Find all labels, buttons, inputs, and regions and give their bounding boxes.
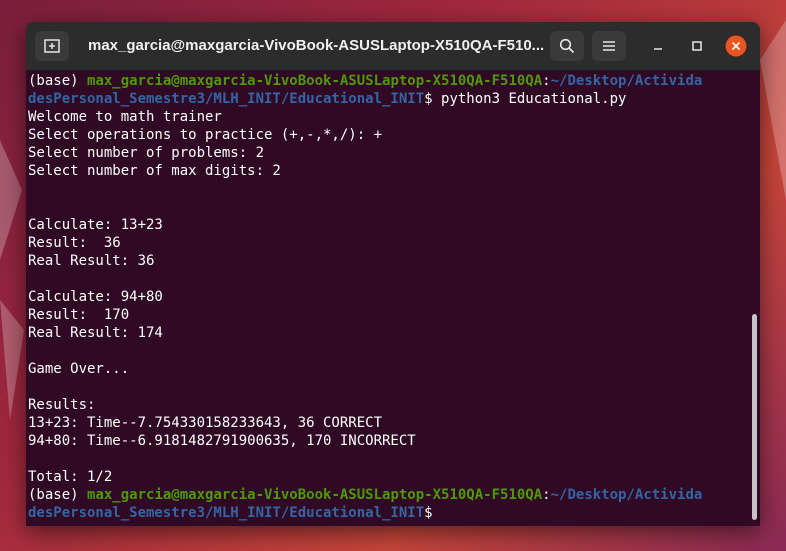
- output-line: Select operations to practice (+,-,*,/):…: [28, 127, 383, 143]
- current-path: ~/Desktop/Activida: [550, 73, 703, 89]
- hamburger-menu-icon: [603, 41, 615, 51]
- output-line: Game Over...: [28, 361, 130, 377]
- output-line: Calculate: 94+80: [28, 289, 163, 305]
- title-bar: max_garcia@maxgarcia-VivoBook-ASUSLaptop…: [26, 22, 760, 71]
- output-line: 13+23: Time--7.754330158233643, 36 CORRE…: [28, 415, 383, 431]
- new-tab-icon: [44, 39, 60, 53]
- terminal-window: max_garcia@maxgarcia-VivoBook-ASUSLaptop…: [26, 22, 760, 526]
- current-path: ~/Desktop/Activida: [550, 487, 703, 503]
- search-button[interactable]: [550, 31, 584, 61]
- scrollbar-thumb[interactable]: [752, 314, 757, 520]
- output-line: Result: 170: [28, 307, 130, 323]
- prompt-line: (base) max_garcia@maxgarcia-VivoBook-ASU…: [28, 72, 748, 90]
- prompt-colon: :: [542, 487, 551, 503]
- maximize-icon: [692, 41, 702, 51]
- minimize-icon: [654, 48, 662, 50]
- output-line: 94+80: Time--6.9181482791900635, 170 INC…: [28, 433, 416, 449]
- prompt-line-wrap: desPersonal_Semestre3/MLH_INIT/Education…: [28, 504, 748, 522]
- current-path-cont: desPersonal_Semestre3/MLH_INIT/Education…: [28, 505, 425, 521]
- search-icon: [559, 38, 575, 54]
- conda-env: (base): [28, 73, 88, 89]
- prompt-colon: :: [542, 73, 551, 89]
- close-icon: [725, 35, 747, 57]
- output-line: Select number of max digits: 2: [28, 163, 281, 179]
- conda-env: (base): [28, 487, 88, 503]
- user-host: max_garcia@maxgarcia-VivoBook-ASUSLaptop…: [87, 487, 543, 503]
- program-output: Welcome to math trainer Select operations…: [28, 108, 748, 486]
- user-host: max_garcia@maxgarcia-VivoBook-ASUSLaptop…: [87, 73, 543, 89]
- prompt-line-wrap: desPersonal_Semestre3/MLH_INIT/Education…: [28, 90, 748, 108]
- output-line: Result: 36: [28, 235, 121, 251]
- prompt-line: (base) max_garcia@maxgarcia-VivoBook-ASU…: [28, 486, 748, 504]
- window-title: max_garcia@maxgarcia-VivoBook-ASUSLaptop…: [88, 37, 545, 54]
- command-text: python3 Educational.py: [432, 91, 627, 107]
- new-tab-button[interactable]: [35, 31, 69, 61]
- close-button[interactable]: [725, 35, 747, 57]
- output-line: Welcome to math trainer: [28, 109, 222, 125]
- terminal-output[interactable]: (base) max_garcia@maxgarcia-VivoBook-ASU…: [26, 70, 748, 526]
- output-line: Results:: [28, 397, 96, 413]
- output-line: Real Result: 36: [28, 253, 155, 269]
- output-line: Total: 1/2: [28, 469, 113, 485]
- prompt-dollar: $: [424, 505, 433, 521]
- current-path-cont: desPersonal_Semestre3/MLH_INIT/Education…: [28, 91, 425, 107]
- menu-button[interactable]: [592, 31, 626, 61]
- output-line: Select number of problems: 2: [28, 145, 265, 161]
- maximize-button[interactable]: [686, 35, 708, 57]
- minimize-button[interactable]: [647, 35, 669, 57]
- output-line: Calculate: 13+23: [28, 217, 163, 233]
- prompt-dollar: $: [424, 91, 433, 107]
- output-line: Real Result: 174: [28, 325, 163, 341]
